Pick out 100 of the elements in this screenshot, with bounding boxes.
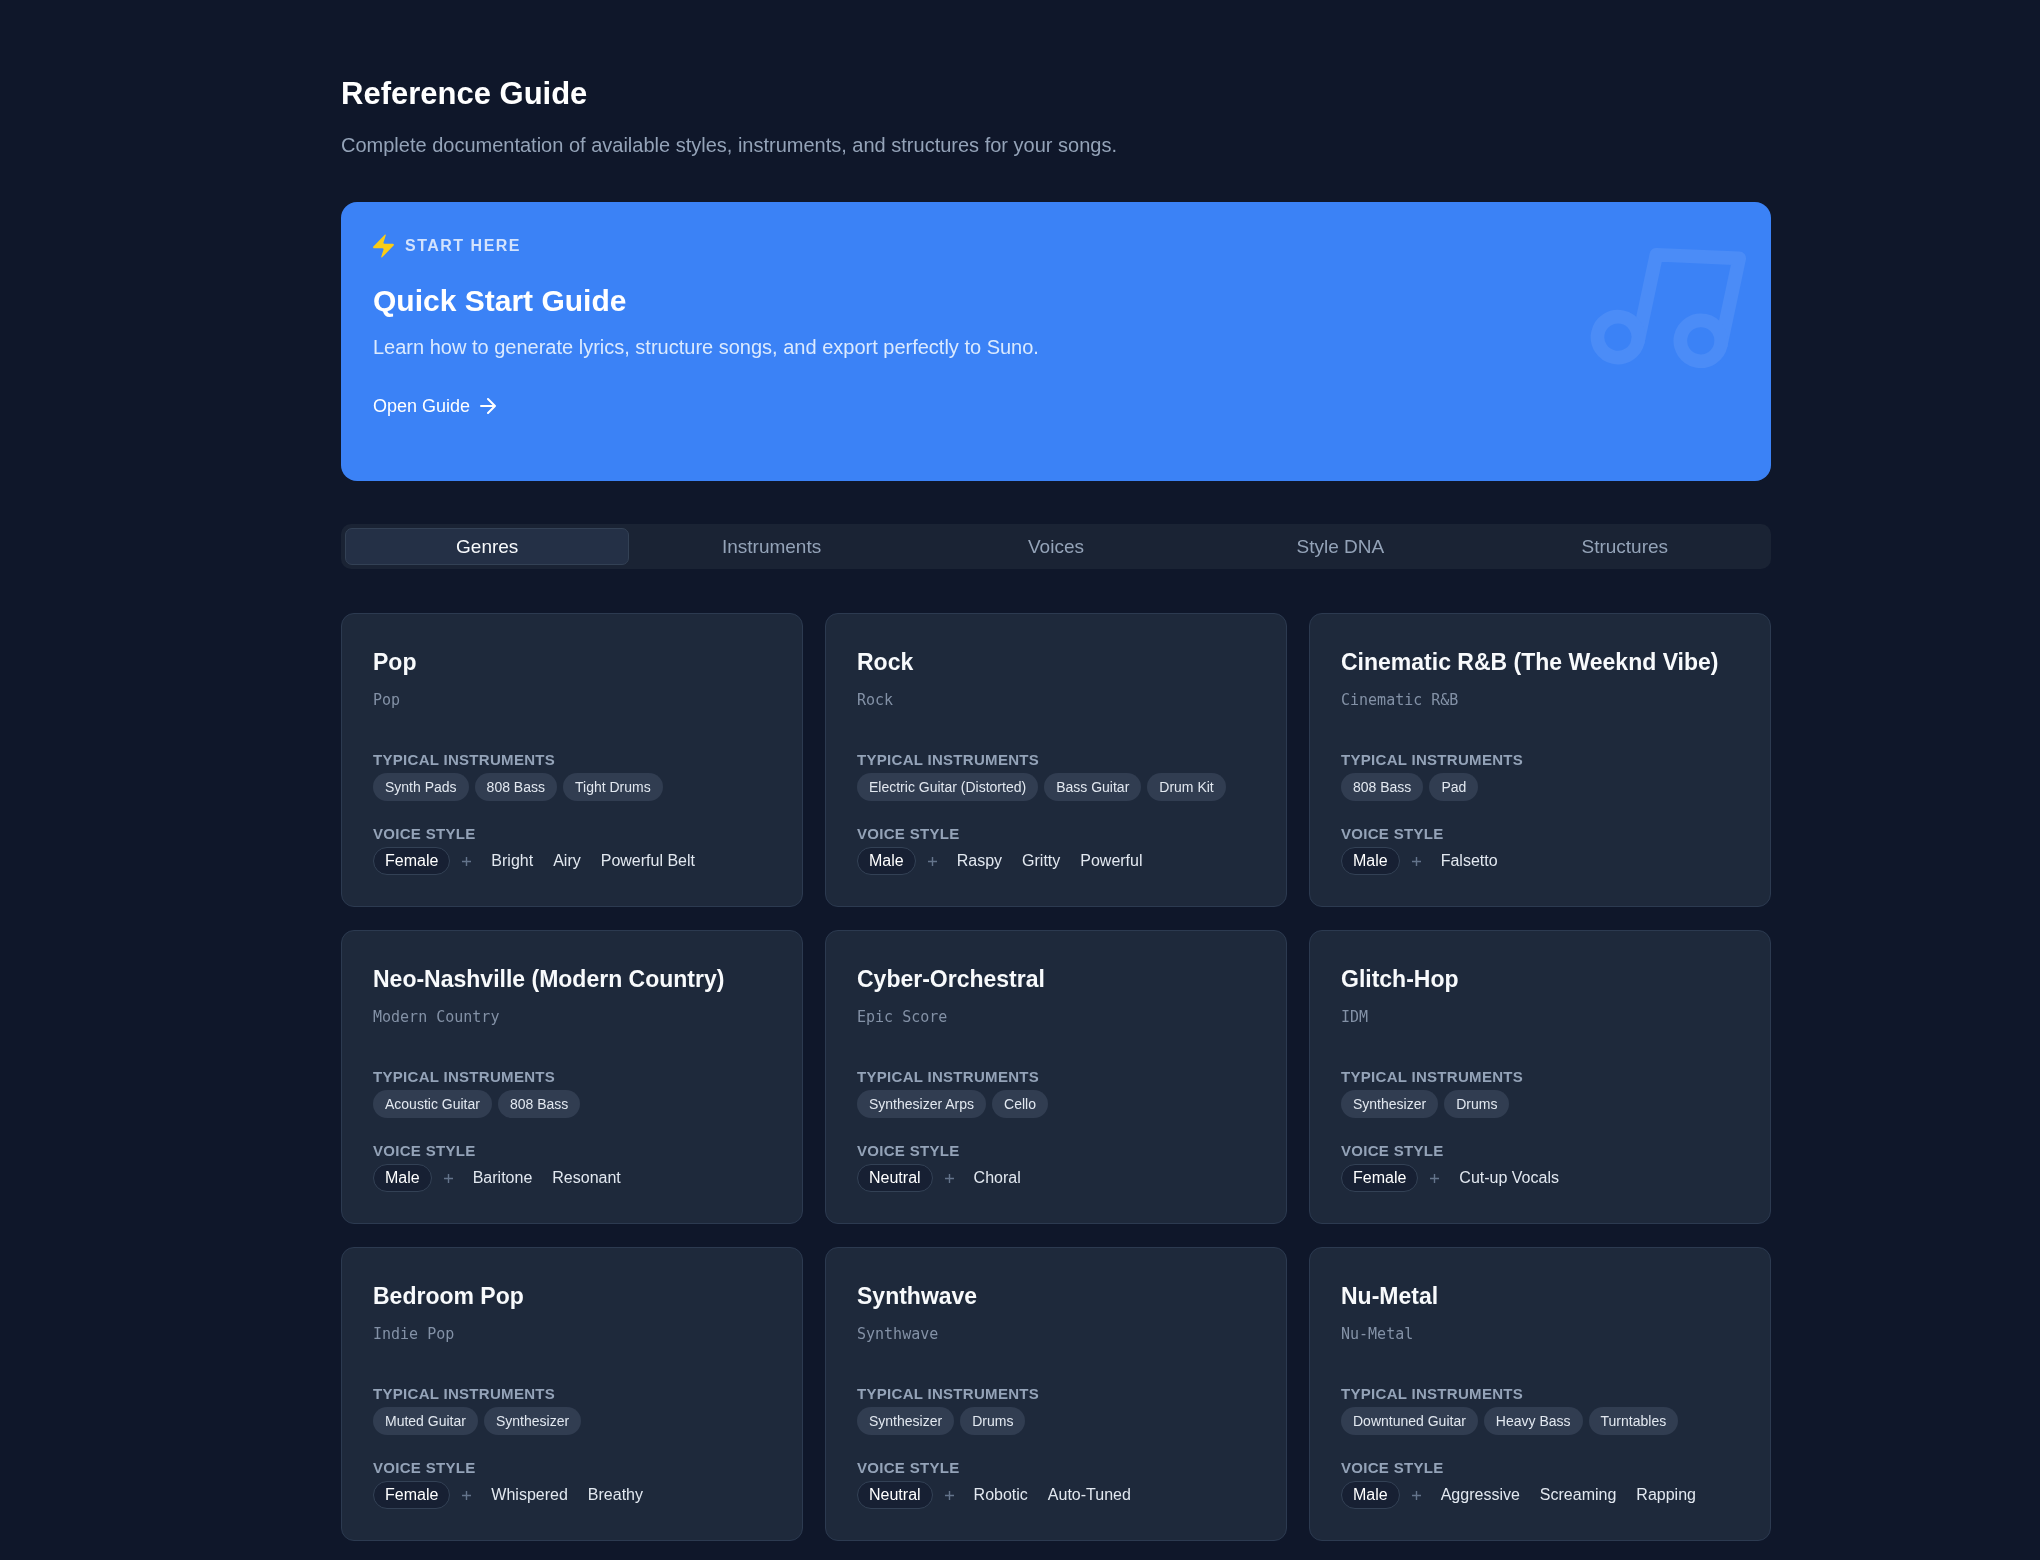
arrow-right-icon: [480, 398, 497, 414]
instrument-tag: Turntables: [1588, 1407, 1679, 1435]
banner-description: Learn how to generate lyrics, structure songs, and export perfectly to Suno.: [373, 335, 1040, 360]
open-guide-link[interactable]: Open Guide: [373, 394, 497, 418]
section-label: TYPICAL INSTRUMENTS: [373, 1384, 557, 1404]
section-label: VOICE STYLE: [1341, 1141, 1445, 1161]
style-tag-text: IDM: [1341, 1007, 1370, 1028]
voice-trait: Choral: [973, 1168, 1021, 1188]
style-tag-text: Epic Score: [857, 1007, 949, 1028]
voice-trait: Powerful: [1080, 851, 1143, 871]
instrument-tag: Drums: [1444, 1090, 1510, 1118]
voice-trait: Cut-up Vocals: [1459, 1168, 1559, 1188]
section-label: VOICE STYLE: [857, 1141, 961, 1161]
genre-title: Cyber-Orchestral: [857, 965, 1046, 994]
section-label: VOICE STYLE: [857, 1458, 961, 1478]
plus-icon: [1411, 1490, 1421, 1500]
instrument-tag: Synthesizer: [857, 1407, 955, 1435]
section-label: TYPICAL INSTRUMENTS: [1341, 750, 1525, 770]
section-label: TYPICAL INSTRUMENTS: [1341, 1067, 1525, 1087]
style-tag-text: Nu-Metal: [1341, 1324, 1415, 1345]
instrument-tag: Synthesizer: [1341, 1090, 1439, 1118]
section-label: VOICE STYLE: [857, 824, 961, 844]
section-label: VOICE STYLE: [1341, 824, 1445, 844]
instrument-tag: Synthesizer: [483, 1407, 582, 1435]
section-label: TYPICAL INSTRUMENTS: [373, 1067, 557, 1087]
voice-type-tag: Male: [1341, 847, 1400, 875]
plus-icon: [1430, 1173, 1440, 1183]
style-tag-text: Rock: [857, 690, 895, 711]
style-tag-text: Indie Pop: [373, 1324, 456, 1345]
genre-title: Neo-Nashville (Modern Country): [373, 965, 726, 994]
instrument-tag: Downtuned Guitar: [1341, 1407, 1478, 1435]
section-label: TYPICAL INSTRUMENTS: [373, 750, 557, 770]
style-tag-text: Modern Country: [373, 1007, 501, 1028]
voice-trait: Breathy: [587, 1485, 643, 1505]
instrument-tag: 808 Bass: [1341, 773, 1424, 801]
voice-trait: Whispered: [491, 1485, 568, 1505]
instrument-tag: 808 Bass: [497, 1090, 581, 1118]
section-label: TYPICAL INSTRUMENTS: [1341, 1384, 1525, 1404]
voice-type-tag: Neutral: [857, 1481, 933, 1509]
plus-icon: [944, 1490, 954, 1500]
section-label: VOICE STYLE: [373, 824, 477, 844]
page-title: Reference Guide: [341, 75, 589, 113]
voice-type-tag: Neutral: [857, 1164, 933, 1192]
tab[interactable]: Genres: [345, 528, 630, 565]
instrument-tag: Acoustic Guitar: [373, 1090, 492, 1118]
tab[interactable]: Style DNA: [1198, 528, 1483, 565]
banner-eyebrow: START HERE: [405, 236, 522, 256]
genre-title: Rock: [857, 648, 915, 677]
voice-trait: Gritty: [1022, 851, 1061, 871]
instrument-tag: Pad: [1429, 773, 1479, 801]
tab[interactable]: Voices: [913, 528, 1199, 565]
section-label: TYPICAL INSTRUMENTS: [857, 750, 1041, 770]
banner-title: Quick Start Guide: [373, 283, 628, 319]
instrument-tag: Synthesizer Arps: [857, 1090, 987, 1118]
plus-icon: [1411, 856, 1421, 866]
plus-icon: [927, 856, 937, 866]
voice-type-tag: Male: [1341, 1481, 1400, 1509]
plus-icon: [462, 1490, 472, 1500]
section-label: TYPICAL INSTRUMENTS: [857, 1384, 1041, 1404]
section-label: VOICE STYLE: [373, 1458, 477, 1478]
voice-trait: Aggressive: [1440, 1485, 1520, 1505]
instrument-tag: Heavy Bass: [1483, 1407, 1583, 1435]
voice-trait: Rapping: [1636, 1485, 1696, 1505]
instrument-tag: 808 Bass: [474, 773, 557, 801]
lightning-bolt-icon: [373, 234, 394, 258]
genre-title: Nu-Metal: [1341, 1282, 1440, 1311]
page-subtitle: Complete documentation of available styles, instruments, and structures for your songs.: [341, 133, 1118, 158]
genre-title: Glitch-Hop: [1341, 965, 1460, 994]
instrument-tag: Tight Drums: [563, 773, 663, 801]
voice-trait: Resonant: [552, 1168, 621, 1188]
plus-icon: [462, 856, 472, 866]
voice-trait: Airy: [553, 851, 581, 871]
voice-trait: Powerful Belt: [600, 851, 695, 871]
tab[interactable]: Structures: [1482, 528, 1767, 565]
voice-trait: Robotic: [973, 1485, 1028, 1505]
voice-trait: Auto-Tuned: [1047, 1485, 1131, 1505]
section-label: TYPICAL INSTRUMENTS: [857, 1067, 1041, 1087]
style-tag-text: Pop: [373, 690, 402, 711]
tab[interactable]: Instruments: [629, 528, 914, 565]
style-tag-text: Synthwave: [857, 1324, 940, 1345]
genre-title: Pop: [373, 648, 418, 677]
voice-trait: Screaming: [1539, 1485, 1617, 1505]
genre-title: Cinematic R&B (The Weeknd Vibe): [1341, 648, 1720, 677]
voice-type-tag: Female: [1341, 1164, 1419, 1192]
voice-type-tag: Female: [373, 847, 451, 875]
voice-trait: Falsetto: [1440, 851, 1498, 871]
section-label: VOICE STYLE: [373, 1141, 477, 1161]
style-tag-text: Cinematic R&B: [1341, 690, 1460, 711]
voice-trait: Baritone: [472, 1168, 533, 1188]
plus-icon: [944, 1173, 954, 1183]
instrument-tag: Drum Kit: [1147, 773, 1226, 801]
genre-title: Synthwave: [857, 1282, 979, 1311]
voice-trait: Bright: [491, 851, 534, 871]
instrument-tag: Synth Pads: [373, 773, 469, 801]
genre-title: Bedroom Pop: [373, 1282, 525, 1311]
instrument-tag: Bass Guitar: [1044, 773, 1142, 801]
instrument-tag: Drums: [960, 1407, 1026, 1435]
voice-trait: Raspy: [956, 851, 1003, 871]
voice-type-tag: Male: [857, 847, 916, 875]
instrument-tag: Electric Guitar (Distorted): [857, 773, 1039, 801]
